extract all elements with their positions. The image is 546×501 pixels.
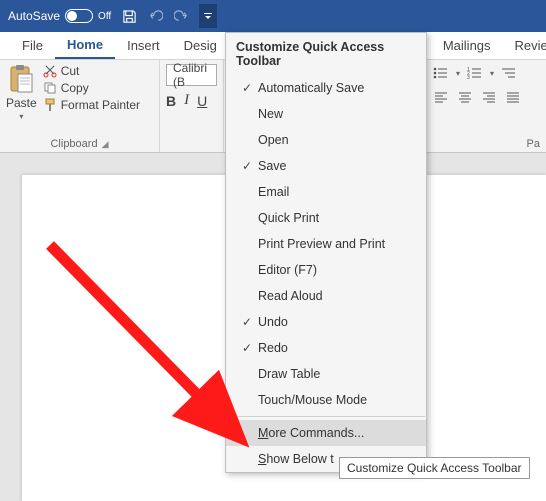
paste-button[interactable]: Paste ▾ — [6, 64, 37, 121]
font-name-combo[interactable]: Calibri (B — [166, 64, 217, 86]
copy-label: Copy — [61, 81, 89, 95]
autosave-switch[interactable] — [65, 9, 93, 23]
tab-file[interactable]: File — [10, 32, 55, 59]
clipboard-launcher-icon[interactable]: ◢ — [102, 139, 109, 150]
paste-label: Paste — [6, 96, 37, 110]
menu-item-read-aloud[interactable]: Read Aloud — [226, 283, 426, 309]
menu-item-save[interactable]: ✓Save — [226, 153, 426, 179]
numbering-icon[interactable]: 123 — [466, 64, 484, 82]
chevron-down-icon[interactable]: ▾ — [490, 69, 494, 78]
autosave-toggle[interactable]: AutoSave Off — [8, 9, 111, 23]
align-right-icon[interactable] — [480, 88, 498, 106]
chevron-down-icon[interactable]: ▾ — [19, 112, 23, 121]
menu-item-undo[interactable]: ✓Undo — [226, 309, 426, 335]
menu-item-email[interactable]: Email — [226, 179, 426, 205]
menu-item-label: Editor (F7) — [258, 263, 317, 277]
menu-item-open[interactable]: Open — [226, 127, 426, 153]
redo-icon[interactable] — [173, 8, 189, 24]
save-icon[interactable] — [121, 8, 137, 24]
justify-icon[interactable] — [504, 88, 522, 106]
multilevel-list-icon[interactable] — [500, 64, 518, 82]
italic-button[interactable]: I — [184, 92, 189, 109]
menu-more-commands[interactable]: More Commands... — [226, 420, 426, 446]
menu-item-label: Read Aloud — [258, 289, 323, 303]
group-font: Calibri (B B I U — [160, 60, 224, 152]
menu-separator — [227, 416, 425, 417]
underline-button[interactable]: U — [197, 93, 207, 109]
menu-item-touch-mouse-mode[interactable]: Touch/Mouse Mode — [226, 387, 426, 413]
menu-item-label: Touch/Mouse Mode — [258, 393, 367, 407]
copy-icon — [43, 81, 57, 95]
tab-home[interactable]: Home — [55, 32, 115, 59]
format-painter-button[interactable]: Format Painter — [43, 98, 140, 112]
paste-icon — [8, 64, 34, 94]
chevron-down-icon[interactable]: ▾ — [456, 69, 460, 78]
tooltip: Customize Quick Access Toolbar — [339, 457, 530, 479]
title-bar: AutoSave Off — [0, 0, 546, 32]
clipboard-group-label: Clipboard — [50, 138, 97, 150]
check-icon: ✓ — [236, 341, 258, 355]
menu-item-label: New — [258, 107, 283, 121]
menu-item-label: Undo — [258, 315, 288, 329]
copy-button[interactable]: Copy — [43, 81, 140, 95]
menu-item-label: Automatically Save — [258, 81, 364, 95]
quick-access-toolbar — [121, 4, 217, 28]
menu-item-editor-f7-[interactable]: Editor (F7) — [226, 257, 426, 283]
menu-item-new[interactable]: New — [226, 101, 426, 127]
cut-label: Cut — [61, 64, 80, 78]
menu-item-label: Print Preview and Print — [258, 237, 385, 251]
menu-item-automatically-save[interactable]: ✓Automatically Save — [226, 75, 426, 101]
paragraph-group-label: Pa — [527, 138, 540, 150]
autosave-label: AutoSave — [8, 9, 60, 23]
autosave-state: Off — [98, 11, 111, 22]
bullets-icon[interactable] — [432, 64, 450, 82]
menu-item-label: Redo — [258, 341, 288, 355]
tab-review[interactable]: Review — [503, 32, 546, 59]
align-center-icon[interactable] — [456, 88, 474, 106]
menu-item-quick-print[interactable]: Quick Print — [226, 205, 426, 231]
format-painter-label: Format Painter — [61, 98, 140, 112]
menu-item-label: Draw Table — [258, 367, 320, 381]
qat-customize-menu: Customize Quick Access Toolbar ✓Automati… — [225, 32, 427, 473]
menu-title: Customize Quick Access Toolbar — [226, 33, 426, 75]
menu-item-print-preview-and-print[interactable]: Print Preview and Print — [226, 231, 426, 257]
cut-button[interactable]: Cut — [43, 64, 140, 78]
align-left-icon[interactable] — [432, 88, 450, 106]
menu-item-label: Email — [258, 185, 289, 199]
undo-icon[interactable] — [147, 8, 163, 24]
cut-icon — [43, 64, 57, 78]
tab-mailings[interactable]: Mailings — [431, 32, 503, 59]
menu-item-draw-table[interactable]: Draw Table — [226, 361, 426, 387]
menu-item-label: Quick Print — [258, 211, 319, 225]
group-clipboard: Paste ▾ Cut Copy — [0, 60, 160, 152]
format-painter-icon — [43, 98, 57, 112]
check-icon: ✓ — [236, 315, 258, 329]
check-icon: ✓ — [236, 159, 258, 173]
bold-button[interactable]: B — [166, 93, 176, 109]
tab-design[interactable]: Desig — [172, 32, 229, 59]
menu-item-redo[interactable]: ✓Redo — [226, 335, 426, 361]
check-icon: ✓ — [236, 81, 258, 95]
switch-knob — [67, 11, 77, 21]
svg-text:3: 3 — [467, 75, 470, 80]
menu-item-label: Open — [258, 133, 289, 147]
qat-customize-dropdown[interactable] — [199, 4, 217, 28]
group-paragraph: ▾ 123 ▾ Pa — [426, 60, 546, 152]
menu-item-label: Save — [258, 159, 287, 173]
tab-insert[interactable]: Insert — [115, 32, 172, 59]
